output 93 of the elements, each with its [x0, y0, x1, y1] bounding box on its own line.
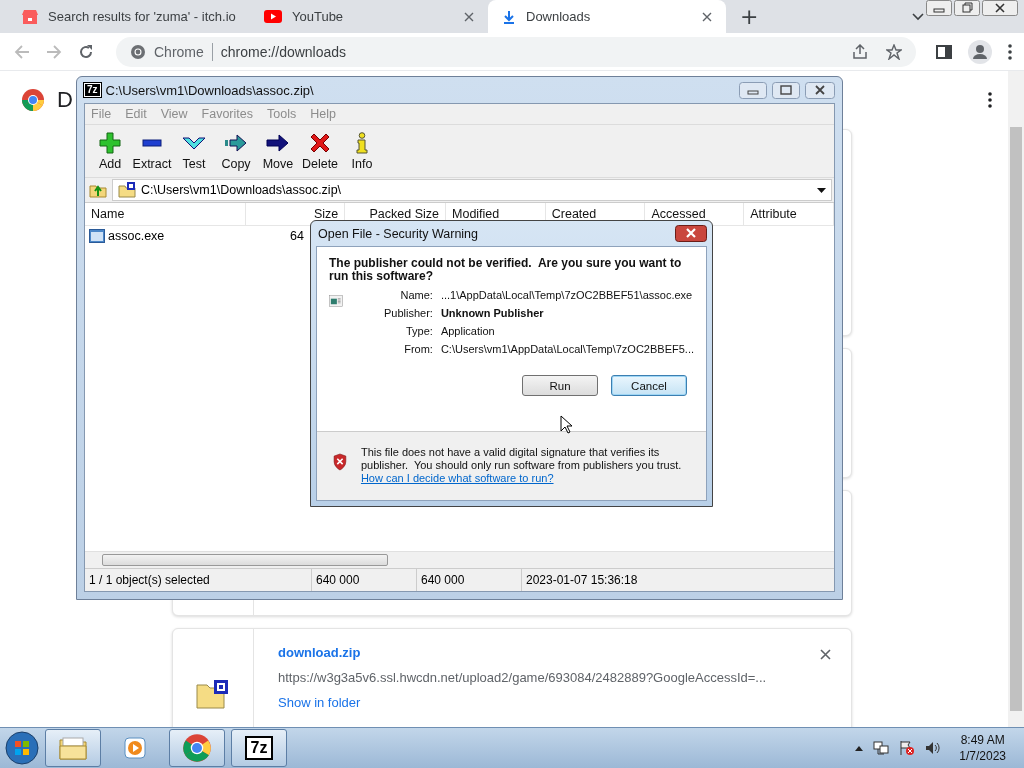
taskbar-button[interactable]: [45, 729, 101, 767]
dialog-title: Open File - Security Warning: [318, 226, 478, 241]
network-icon[interactable]: [873, 740, 890, 756]
taskbar-button[interactable]: 7z: [231, 729, 287, 767]
reload-icon[interactable]: [78, 43, 94, 60]
toolbar-button[interactable]: Test: [173, 131, 215, 171]
store-icon: [22, 8, 38, 25]
tab-title: Search results for 'zuma' - itch.io: [48, 9, 236, 24]
download-icon: [502, 9, 516, 24]
size-cell-text: 64: [289, 229, 304, 243]
restore-icon[interactable]: [954, 0, 980, 16]
maximize-icon[interactable]: [772, 81, 800, 99]
toolbar-button[interactable]: Move: [257, 131, 299, 171]
status-text: 1 / 1 object(s) selected: [85, 569, 312, 591]
caret-icon[interactable]: [855, 745, 864, 751]
site-label: Chrome: [154, 43, 204, 60]
toolbar-button[interactable]: Add: [89, 131, 131, 171]
app-logo: 7z: [244, 736, 274, 760]
arrow-icon: [224, 131, 248, 154]
start-button[interactable]: [5, 731, 39, 765]
close-icon[interactable]: [820, 649, 831, 660]
close-icon[interactable]: [464, 11, 474, 22]
address-bar[interactable]: Chrome chrome://downloads: [116, 36, 916, 67]
menu-icon[interactable]: [988, 92, 992, 108]
side-panel-icon[interactable]: [936, 43, 952, 60]
cross-icon: [309, 131, 331, 154]
flag-icon[interactable]: [899, 740, 916, 756]
close-button[interactable]: [675, 225, 707, 242]
browser-tab[interactable]: YouTube: [250, 0, 488, 33]
field-value: Application: [440, 325, 496, 337]
url-text: chrome://downloads: [220, 43, 347, 60]
field-label: Type:: [405, 325, 433, 337]
chrome-logo-icon: [130, 43, 146, 60]
source-url: https://w3g3a5v6.ssl.hwcdn.net/upload2/game/693084/2482889?GoogleAccessId=...: [278, 670, 767, 685]
menu-icon[interactable]: [1008, 43, 1012, 60]
close-icon[interactable]: [982, 0, 1018, 16]
file-name[interactable]: assoc.exe: [85, 229, 246, 243]
field-value: ...1\AppData\Local\Temp\7zOC2BBEF51\assoc.exe: [440, 289, 694, 301]
app-logo: 7z: [84, 83, 101, 97]
folder-icon: [59, 736, 87, 760]
column-header[interactable]: Name: [85, 203, 246, 225]
horizontal-scrollbar[interactable]: [85, 551, 834, 568]
browser-tab[interactable]: Search results for 'zuma' - itch.io: [8, 0, 250, 33]
warning-text: This file does not have a valid digital signature that verifies its publisher. You should only run software from publishers you trust.: [360, 446, 683, 472]
status-text: 2023-01-07 15:36:18: [525, 572, 639, 589]
chrome-logo-icon: [21, 88, 45, 112]
clock-time[interactable]: 8:49 AM: [960, 732, 1005, 748]
dialog-button[interactable]: Cancel: [611, 375, 687, 396]
field-value: C:\Users\vm1\AppData\Local\Temp\7zOC2BBEF5...: [440, 343, 694, 355]
dropdown-icon[interactable]: [817, 187, 826, 193]
taskbar-button[interactable]: [169, 729, 225, 767]
play-icon: [123, 736, 147, 760]
play-icon: [264, 9, 282, 24]
plus-icon: [99, 131, 121, 154]
browser-tab[interactable]: Downloads: [488, 0, 726, 33]
folder-up-icon[interactable]: [89, 182, 107, 198]
field-label: Publisher:: [382, 307, 433, 319]
scrollbar[interactable]: [1008, 71, 1024, 727]
field-label: Name:: [399, 289, 433, 301]
speaker-icon[interactable]: [925, 740, 942, 756]
arrow-icon: [266, 131, 290, 154]
profile-icon[interactable]: [968, 39, 992, 64]
dialog-heading: The publisher could not be verified. Are you sure you want to run this software?: [329, 257, 683, 283]
info-icon: [355, 131, 369, 154]
window-title: C:\Users\vm1\Downloads\assoc.zip\: [105, 82, 314, 98]
field-value: Unknown Publisher: [440, 307, 545, 319]
new-tab-button[interactable]: +: [726, 0, 773, 33]
close-icon[interactable]: [702, 11, 712, 22]
status-text: 640 000: [312, 569, 417, 591]
zip-file-icon: [118, 182, 136, 198]
tab-title: Downloads: [526, 9, 591, 24]
show-in-folder-link[interactable]: Show in folder: [278, 695, 767, 710]
help-link[interactable]: How can I decide what software to run?: [360, 472, 694, 485]
toolbar-button[interactable]: Extract: [131, 131, 173, 171]
zip-file-icon: [196, 679, 230, 709]
caret-icon[interactable]: [912, 12, 925, 21]
path-field[interactable]: C:\Users\vm1\Downloads\assoc.zip\: [112, 179, 832, 201]
file-link[interactable]: download.zip: [278, 645, 767, 660]
page-title: D: [57, 87, 73, 113]
close-icon[interactable]: [805, 81, 835, 99]
toolbar-button[interactable]: Copy: [215, 131, 257, 171]
program-icon: [89, 229, 105, 243]
chrome-logo-icon: [182, 733, 212, 763]
clock-date[interactable]: 1/7/2023: [959, 748, 1006, 764]
toolbar-button[interactable]: Delete: [299, 131, 341, 171]
star-icon[interactable]: [886, 43, 902, 60]
column-header[interactable]: Attribute: [744, 203, 834, 225]
status-text: 640 000: [417, 569, 522, 591]
field-label: From:: [403, 343, 433, 355]
tab-title: YouTube: [292, 9, 344, 24]
share-icon[interactable]: [852, 43, 868, 60]
toolbar-button[interactable]: Info: [341, 131, 383, 171]
dialog-button[interactable]: Run: [522, 375, 598, 396]
